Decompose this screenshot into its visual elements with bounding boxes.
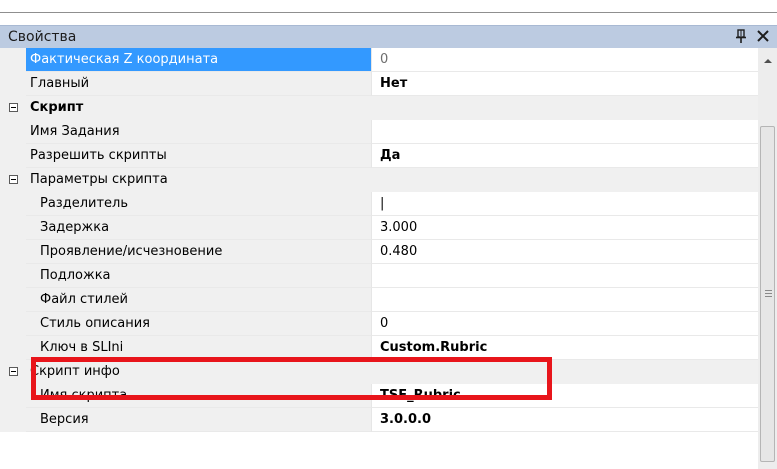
- property-name-cell[interactable]: Версия: [26, 408, 371, 432]
- row-gutter: [0, 144, 26, 168]
- property-name: Стиль описания: [40, 316, 150, 331]
- property-name: Подложка: [40, 268, 111, 283]
- property-value: |: [380, 196, 385, 211]
- property-name: Задержка: [40, 220, 110, 235]
- row-gutter: [0, 216, 26, 240]
- property-name: Имя Задания: [30, 124, 120, 139]
- property-name-cell[interactable]: Имя скрипта: [26, 384, 371, 408]
- property-row-task-name[interactable]: Имя Задания: [0, 120, 758, 144]
- grip-line: [765, 296, 772, 297]
- property-name-cell[interactable]: Задержка: [26, 216, 371, 240]
- property-name: Имя скрипта: [40, 388, 128, 403]
- grip-line: [765, 290, 772, 291]
- property-name-cell[interactable]: Разрешить скрипты: [26, 144, 371, 168]
- row-gutter: [0, 312, 26, 336]
- property-name: Проявление/исчезновение: [40, 244, 223, 259]
- property-name-cell[interactable]: Стиль описания: [26, 312, 371, 336]
- property-value: 3.000: [380, 220, 418, 235]
- property-name: Разрешить скрипты: [30, 148, 167, 163]
- property-name-cell[interactable]: Проявление/исчезновение: [26, 240, 371, 264]
- collapse-icon[interactable]: [9, 175, 18, 184]
- property-name-cell[interactable]: Ключ в SLIni: [26, 336, 371, 360]
- collapse-icon[interactable]: [9, 367, 18, 376]
- property-row-delay[interactable]: Задержка 3.000: [0, 216, 758, 240]
- property-name-cell[interactable]: Главный: [26, 72, 371, 96]
- property-name: Ключ в SLIni: [40, 340, 124, 355]
- row-gutter: [0, 384, 26, 408]
- row-gutter: [0, 48, 26, 72]
- row-gutter: [0, 288, 26, 312]
- row-gutter: [0, 264, 26, 288]
- pin-icon[interactable]: [734, 27, 748, 45]
- property-row-main[interactable]: Главный Нет: [0, 72, 758, 96]
- property-value-cell[interactable]: TSF_Rubric: [371, 384, 758, 408]
- property-row-separator[interactable]: Разделитель |: [0, 192, 758, 216]
- property-value-cell[interactable]: 3.0.0.0: [371, 408, 758, 432]
- property-value-cell[interactable]: 0.480: [371, 240, 758, 264]
- property-name: Главный: [30, 76, 90, 91]
- row-gutter: [0, 72, 26, 96]
- property-name: Файл стилей: [40, 292, 128, 307]
- property-row-allow-scripts[interactable]: Разрешить скрипты Да: [0, 144, 758, 168]
- properties-title-bar: Свойства: [0, 25, 777, 48]
- property-name-cell[interactable]: Файл стилей: [26, 288, 371, 312]
- property-value-cell[interactable]: 0: [371, 312, 758, 336]
- property-row-slini-key[interactable]: Ключ в SLIni Custom.Rubric: [0, 336, 758, 360]
- property-value: 3.0.0.0: [380, 412, 431, 427]
- property-value-cell[interactable]: [371, 120, 758, 144]
- property-value: 0: [380, 52, 389, 67]
- collapse-icon[interactable]: [9, 103, 18, 112]
- property-value-cell[interactable]: 3.000: [371, 216, 758, 240]
- property-name-cell[interactable]: Имя Задания: [26, 120, 371, 144]
- property-name: Разделитель: [40, 196, 129, 211]
- property-value: TSF_Rubric: [380, 388, 461, 403]
- property-value: 0: [380, 316, 389, 331]
- category-label: Параметры скрипта: [30, 172, 168, 187]
- category-label: Скрипт: [30, 100, 84, 115]
- property-row-fade[interactable]: Проявление/исчезновение 0.480: [0, 240, 758, 264]
- property-row-z-coordinate[interactable]: Фактическая Z координата 0: [0, 48, 758, 72]
- category-script[interactable]: Скрипт: [0, 96, 758, 120]
- property-value-cell[interactable]: |: [371, 192, 758, 216]
- scroll-thumb[interactable]: [760, 126, 775, 462]
- vertical-scrollbar[interactable]: [758, 48, 777, 469]
- grip-line: [765, 293, 772, 294]
- row-gutter: [0, 240, 26, 264]
- category-label: Скрипт инфо: [30, 364, 120, 379]
- scroll-up-arrow-icon[interactable]: [764, 59, 772, 63]
- property-value-cell[interactable]: Нет: [371, 72, 758, 96]
- property-row-version[interactable]: Версия 3.0.0.0: [0, 408, 758, 432]
- property-name: Версия: [40, 412, 89, 427]
- property-name-cell[interactable]: Фактическая Z координата: [26, 48, 371, 72]
- property-name: Фактическая Z координата: [30, 52, 219, 67]
- property-value: Нет: [380, 76, 408, 91]
- property-name-cell[interactable]: Разделитель: [26, 192, 371, 216]
- property-value-cell[interactable]: [371, 264, 758, 288]
- top-divider: [0, 12, 777, 13]
- property-grid: Фактическая Z координата 0 Главный Нет С…: [0, 48, 758, 469]
- panel-title: Свойства: [8, 29, 77, 45]
- category-script-info[interactable]: Скрипт инфо: [0, 360, 758, 384]
- category-script-params[interactable]: Параметры скрипта: [0, 168, 758, 192]
- property-value: Да: [380, 148, 401, 163]
- property-value-cell[interactable]: 0: [371, 48, 758, 72]
- property-row-description-style[interactable]: Стиль описания 0: [0, 312, 758, 336]
- row-gutter: [0, 336, 26, 360]
- row-gutter: [0, 192, 26, 216]
- property-name-cell[interactable]: Подложка: [26, 264, 371, 288]
- property-value-cell[interactable]: Custom.Rubric: [371, 336, 758, 360]
- property-value: Custom.Rubric: [380, 340, 488, 355]
- property-value: 0.480: [380, 244, 418, 259]
- property-row-script-name[interactable]: Имя скрипта TSF_Rubric: [0, 384, 758, 408]
- property-value-cell[interactable]: [371, 288, 758, 312]
- row-gutter: [0, 120, 26, 144]
- close-icon[interactable]: [755, 28, 771, 44]
- row-gutter: [0, 408, 26, 432]
- property-row-background[interactable]: Подложка: [0, 264, 758, 288]
- property-row-style-file[interactable]: Файл стилей: [0, 288, 758, 312]
- property-value-cell[interactable]: Да: [371, 144, 758, 168]
